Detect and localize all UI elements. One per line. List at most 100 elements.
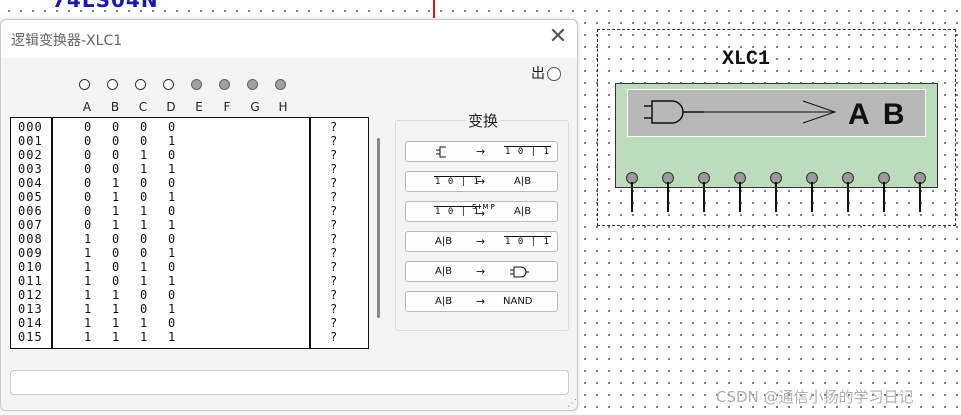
pin-lead bbox=[631, 182, 633, 212]
expression-field[interactable] bbox=[10, 370, 569, 395]
arrow-icon: → bbox=[476, 235, 486, 248]
close-icon[interactable]: ✕ bbox=[546, 25, 570, 49]
output-value[interactable]: ? bbox=[330, 316, 337, 330]
input-value-b: 0 bbox=[112, 246, 120, 260]
expression-to-circuit-button[interactable]: A|B → bbox=[405, 261, 558, 282]
input-value-c: 0 bbox=[140, 302, 148, 316]
table-divider bbox=[309, 117, 311, 349]
input-value-c: 1 bbox=[140, 204, 148, 218]
output-value[interactable]: ? bbox=[330, 232, 337, 246]
pin-lead bbox=[667, 182, 669, 212]
input-terminal-d[interactable] bbox=[163, 79, 174, 90]
and-gate-icon bbox=[644, 100, 837, 124]
instrument-display-text: A B bbox=[848, 98, 908, 131]
expression-label: A|B bbox=[514, 176, 532, 187]
input-value-c: 0 bbox=[140, 176, 148, 190]
row-index: 008 bbox=[18, 232, 43, 246]
input-terminal-f[interactable] bbox=[219, 79, 230, 90]
input-value-d: 0 bbox=[168, 204, 176, 218]
input-value-c: 0 bbox=[140, 190, 148, 204]
row-index: 013 bbox=[18, 302, 43, 316]
input-terminal-a[interactable] bbox=[79, 79, 90, 90]
output-value[interactable]: ? bbox=[330, 190, 337, 204]
input-value-b: 1 bbox=[112, 204, 120, 218]
input-value-c: 1 bbox=[140, 274, 148, 288]
input-value-c: 0 bbox=[140, 288, 148, 302]
input-value-d: 0 bbox=[168, 260, 176, 274]
input-value-b: 0 bbox=[112, 120, 120, 134]
input-terminal-h[interactable] bbox=[275, 79, 286, 90]
input-value-c: 1 bbox=[140, 218, 148, 232]
input-value-d: 1 bbox=[168, 302, 176, 316]
column-letter-g: G bbox=[250, 100, 260, 114]
input-value-c: 1 bbox=[140, 260, 148, 274]
output-value[interactable]: ? bbox=[330, 218, 337, 232]
input-value-c: 0 bbox=[140, 134, 148, 148]
row-index: 015 bbox=[18, 330, 43, 344]
input-value-a: 0 bbox=[84, 218, 92, 232]
scrollbar[interactable] bbox=[377, 138, 380, 318]
input-terminal-g[interactable] bbox=[247, 79, 258, 90]
pin-lead bbox=[883, 182, 885, 212]
input-value-a: 1 bbox=[84, 288, 92, 302]
input-value-b: 0 bbox=[112, 134, 120, 148]
output-value[interactable]: ? bbox=[330, 246, 337, 260]
output-value[interactable]: ? bbox=[330, 162, 337, 176]
row-index: 014 bbox=[18, 316, 43, 330]
input-terminal-b[interactable] bbox=[107, 79, 118, 90]
expression-label: A|B bbox=[435, 236, 453, 247]
pin-lead bbox=[775, 182, 777, 212]
input-value-d: 1 bbox=[168, 218, 176, 232]
input-value-c: 0 bbox=[140, 232, 148, 246]
input-value-c: 1 bbox=[140, 316, 148, 330]
input-value-a: 0 bbox=[84, 120, 92, 134]
input-value-a: 0 bbox=[84, 190, 92, 204]
truth-table-to-expression-button[interactable]: 1 0 | 1 → A|B bbox=[405, 171, 558, 192]
output-value[interactable]: ? bbox=[330, 148, 337, 162]
input-value-b: 0 bbox=[112, 232, 120, 246]
row-index: 002 bbox=[18, 148, 43, 162]
input-value-d: 1 bbox=[168, 162, 176, 176]
input-value-d: 0 bbox=[168, 288, 176, 302]
dialog-title: 逻辑变换器-XLC1 bbox=[11, 33, 123, 49]
expression-to-nand-button[interactable]: A|B → NAND bbox=[405, 291, 558, 312]
input-value-a: 0 bbox=[84, 162, 92, 176]
output-value[interactable]: ? bbox=[330, 302, 337, 316]
nand-label: NAND bbox=[503, 296, 533, 307]
circuit-to-truth-table-button[interactable]: → 1 0 | 1 bbox=[405, 141, 558, 162]
truth-table[interactable] bbox=[10, 117, 369, 349]
resize-grip-icon[interactable]: ⋰ bbox=[567, 398, 577, 409]
input-value-b: 1 bbox=[112, 330, 120, 344]
pin-lead bbox=[703, 182, 705, 212]
output-value[interactable]: ? bbox=[330, 134, 337, 148]
input-terminal-c[interactable] bbox=[135, 79, 146, 90]
output-value[interactable]: ? bbox=[330, 288, 337, 302]
input-value-b: 0 bbox=[112, 148, 120, 162]
input-value-a: 0 bbox=[84, 148, 92, 162]
output-terminal[interactable] bbox=[547, 67, 561, 81]
dialog-titlebar[interactable]: 逻辑变换器-XLC1 ✕ bbox=[1, 20, 577, 58]
output-label: 出 bbox=[531, 66, 545, 82]
output-value[interactable]: ? bbox=[330, 260, 337, 274]
output-value[interactable]: ? bbox=[330, 330, 337, 344]
input-value-a: 0 bbox=[84, 204, 92, 218]
column-letter-b: B bbox=[110, 100, 120, 114]
output-value[interactable]: ? bbox=[330, 176, 337, 190]
input-value-d: 1 bbox=[168, 134, 176, 148]
output-value[interactable]: ? bbox=[330, 120, 337, 134]
output-value[interactable]: ? bbox=[330, 204, 337, 218]
input-terminal-e[interactable] bbox=[191, 79, 202, 90]
row-index: 005 bbox=[18, 190, 43, 204]
input-value-d: 0 bbox=[168, 148, 176, 162]
input-value-b: 0 bbox=[112, 162, 120, 176]
input-value-c: 0 bbox=[140, 120, 148, 134]
input-value-d: 0 bbox=[168, 176, 176, 190]
input-value-b: 1 bbox=[112, 190, 120, 204]
input-value-a: 1 bbox=[84, 274, 92, 288]
expression-to-truth-table-button[interactable]: A|B → 1 0 | 1 bbox=[405, 231, 558, 252]
truth-table-icon: 1 0 | 1 bbox=[504, 146, 551, 157]
row-index: 012 bbox=[18, 288, 43, 302]
column-letter-e: E bbox=[195, 100, 203, 114]
output-value[interactable]: ? bbox=[330, 274, 337, 288]
truth-table-to-simplified-expression-button[interactable]: 1 0 | 1 SIMP → A|B bbox=[405, 201, 558, 222]
